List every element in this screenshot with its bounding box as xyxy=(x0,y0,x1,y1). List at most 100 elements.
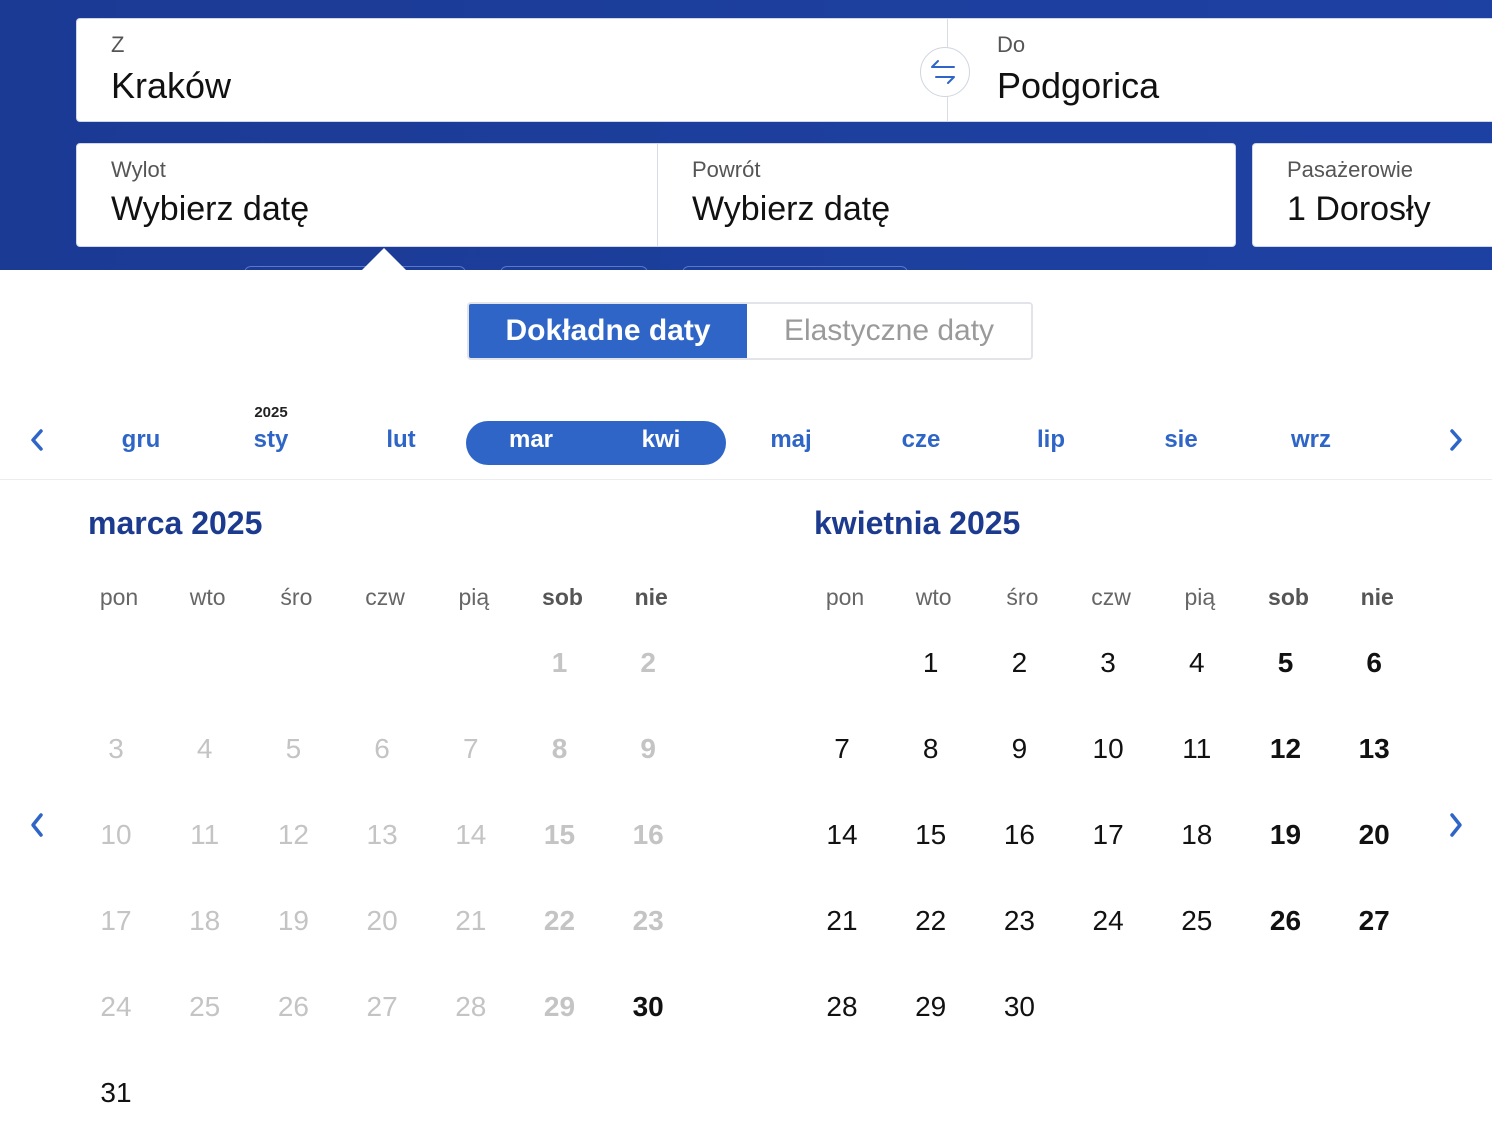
calendar-day[interactable]: 2 xyxy=(989,647,1049,679)
calendar-day[interactable]: 4 xyxy=(1167,647,1227,679)
calendar-day: 20 xyxy=(366,905,398,936)
calendar-day[interactable]: 29 xyxy=(901,991,961,1023)
route-fields: Z Kraków Do Podgorica xyxy=(76,18,1492,122)
calendar-day[interactable]: 17 xyxy=(1078,819,1138,851)
weekday-header: nie xyxy=(1360,584,1394,610)
calendar-day: 8 xyxy=(551,733,568,764)
calendar-day[interactable]: 8 xyxy=(901,733,961,765)
month-strip-item-sie[interactable]: sie xyxy=(1116,426,1246,454)
calendar-day[interactable]: 5 xyxy=(1256,647,1316,679)
calendar-day: 28 xyxy=(455,991,487,1022)
calendar-day[interactable]: 24 xyxy=(1078,905,1138,937)
month-title-march: marca 2025 xyxy=(88,505,263,541)
calendar-day[interactable]: 27 xyxy=(1344,905,1404,937)
calendar-day[interactable]: 23 xyxy=(989,905,1049,937)
calendar-day: 14 xyxy=(455,819,487,850)
return-value: Wybierz datę xyxy=(692,190,891,228)
from-label: Z xyxy=(111,32,125,57)
calendar-day[interactable]: 6 xyxy=(1344,647,1404,679)
calendar-day[interactable]: 7 xyxy=(812,733,872,765)
month-strip-next-button[interactable] xyxy=(1441,425,1471,455)
calendar-day[interactable]: 12 xyxy=(1256,733,1316,765)
calendar-day[interactable]: 25 xyxy=(1167,905,1227,937)
month-strip-item-kwi[interactable]: kwi xyxy=(596,426,726,454)
weekday-header: pią xyxy=(458,584,490,610)
calendar-day[interactable]: 20 xyxy=(1344,819,1404,851)
calendar-day: 22 xyxy=(543,905,576,936)
month-title-april: kwietnia 2025 xyxy=(814,505,1021,541)
calendar-day[interactable]: 3 xyxy=(1078,647,1138,679)
calendar-next-button[interactable] xyxy=(1441,808,1471,842)
weekday-header: pon xyxy=(825,584,865,610)
month-strip-item-mar[interactable]: mar xyxy=(466,426,596,454)
calendar-day: 12 xyxy=(277,819,309,850)
calendar-day: 1 xyxy=(551,647,568,678)
calendar-day[interactable]: 16 xyxy=(989,819,1049,851)
month-strip-item-gru[interactable]: gru xyxy=(76,426,206,454)
calendar-day: 16 xyxy=(632,819,664,850)
exact-dates-option[interactable]: Dokładne daty xyxy=(469,304,747,358)
month-strip-item-lut[interactable]: lut xyxy=(336,426,466,454)
month-strip-item-lip[interactable]: lip xyxy=(986,426,1116,454)
chevron-left-icon xyxy=(31,429,43,451)
weekday-header: śro xyxy=(280,584,313,610)
calendar-day[interactable]: 13 xyxy=(1344,733,1404,765)
calendar-day[interactable]: 30 xyxy=(989,991,1049,1023)
month-strip-item-maj[interactable]: maj xyxy=(726,426,856,454)
calendar-day: 24 xyxy=(100,991,132,1022)
calendar-prev-button[interactable] xyxy=(22,808,52,842)
chevron-left-icon xyxy=(31,813,43,837)
calendar-day[interactable]: 15 xyxy=(901,819,961,851)
calendar-day[interactable]: 9 xyxy=(989,733,1049,765)
calendar-day: 11 xyxy=(190,819,220,850)
calendar-day[interactable]: 19 xyxy=(1256,819,1316,851)
to-label: Do xyxy=(997,32,1026,57)
calendar-day: 4 xyxy=(196,733,213,764)
calendar-day[interactable]: 28 xyxy=(812,991,872,1023)
calendar-day[interactable]: 26 xyxy=(1256,905,1316,937)
passengers-field[interactable]: Pasażerowie 1 Dorosły xyxy=(1252,143,1492,247)
calendar-day: 3 xyxy=(108,733,124,764)
calendar-day[interactable]: 22 xyxy=(901,905,961,937)
calendar-day[interactable]: 1 xyxy=(901,647,961,679)
calendar-day[interactable]: 10 xyxy=(1078,733,1138,765)
to-value: Podgorica xyxy=(997,65,1160,106)
calendar-day: 15 xyxy=(543,819,576,850)
depart-date-field[interactable]: Wylot Wybierz datę xyxy=(77,144,657,246)
calendar-day: 29 xyxy=(543,991,576,1022)
calendar-day: 7 xyxy=(463,733,479,764)
month-strip-item-wrz[interactable]: wrz xyxy=(1246,426,1376,454)
calendar-day: 13 xyxy=(366,819,398,850)
depart-value: Wybierz datę xyxy=(111,190,310,228)
to-field[interactable]: Do Podgorica xyxy=(948,19,1492,121)
weekday-header: pon xyxy=(99,584,139,610)
dates-fields: Wylot Wybierz datę Powrót Wybierz datę xyxy=(76,143,1236,247)
calendar-day: 9 xyxy=(640,733,656,764)
calendar-day[interactable]: 30 xyxy=(618,991,678,1023)
from-value: Kraków xyxy=(111,65,232,106)
date-mode-toggle: Dokładne daty Elastyczne daty xyxy=(467,302,1033,360)
month-strip-item-cze[interactable]: cze xyxy=(856,426,986,454)
calendar-day: 2 xyxy=(640,647,656,678)
weekday-header: czw xyxy=(365,584,405,610)
from-field[interactable]: Z Kraków xyxy=(77,19,947,121)
weekday-header: wto xyxy=(189,584,226,610)
passengers-value: 1 Dorosły xyxy=(1287,190,1431,228)
calendar-day[interactable]: 21 xyxy=(812,905,872,937)
calendar-day: 6 xyxy=(374,733,390,764)
calendar-day[interactable]: 14 xyxy=(812,819,872,851)
calendar-day: 25 xyxy=(189,991,221,1022)
return-date-field[interactable]: Powrót Wybierz datę xyxy=(658,144,1236,246)
calendar-day[interactable]: 11 xyxy=(1167,733,1227,765)
month-strip-item-sty[interactable]: sty xyxy=(206,426,336,454)
weekday-header: czw xyxy=(1091,584,1131,610)
calendar-day: 18 xyxy=(189,905,221,936)
calendar-day[interactable]: 31 xyxy=(86,1077,146,1109)
depart-label: Wylot xyxy=(111,157,166,182)
chevron-right-icon xyxy=(1450,429,1462,451)
chevron-right-icon xyxy=(1450,813,1462,837)
month-strip-prev-button[interactable] xyxy=(22,425,52,455)
year-marker: 2025 xyxy=(254,404,288,421)
flexible-dates-option[interactable]: Elastyczne daty xyxy=(747,304,1031,358)
calendar-day[interactable]: 18 xyxy=(1167,819,1227,851)
